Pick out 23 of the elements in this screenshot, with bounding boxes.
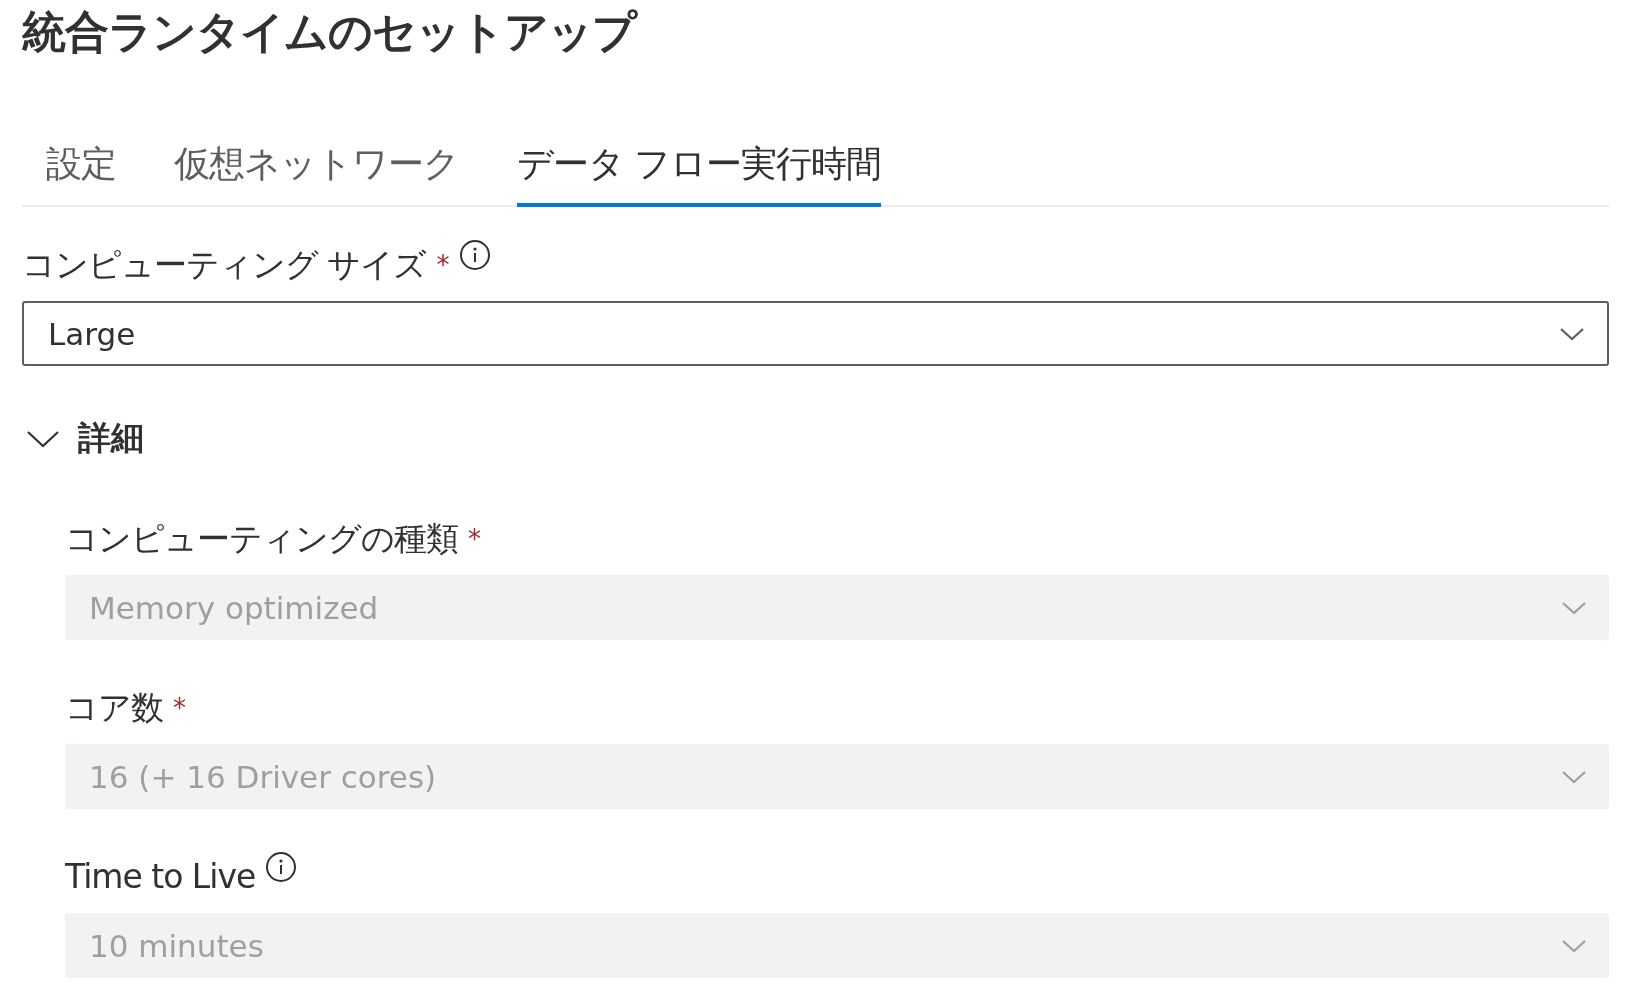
field-label: コア数 bbox=[65, 687, 163, 729]
chevron-down-icon bbox=[1561, 937, 1587, 954]
dropdown-value: 16 (+ 16 Driver cores) bbox=[89, 758, 437, 795]
chevron-down-icon bbox=[26, 428, 60, 449]
tab[interactable]: 仮想ネットワーク bbox=[174, 140, 459, 207]
required-asterisk: * bbox=[173, 692, 185, 725]
required-asterisk: * bbox=[436, 249, 449, 282]
tab[interactable]: データ フロー実行時間 bbox=[517, 140, 882, 207]
dropdown-value: Large bbox=[48, 315, 136, 352]
chevron-down-icon bbox=[1559, 325, 1585, 342]
chevron-down-icon bbox=[1561, 599, 1587, 616]
dropdown-value: 10 minutes bbox=[89, 927, 264, 964]
required-asterisk: * bbox=[468, 523, 480, 556]
info-icon[interactable] bbox=[458, 239, 491, 271]
field-label: コンピューティング サイズ bbox=[22, 244, 427, 286]
chevron-down-icon bbox=[1561, 768, 1587, 785]
dropdown[interactable]: Large bbox=[22, 301, 1609, 366]
field-label: Time to Live bbox=[65, 856, 256, 898]
dropdown-value: Memory optimized bbox=[89, 589, 379, 626]
field-label: コンピューティングの種類 bbox=[65, 518, 458, 560]
page-title: 統合ランタイムのセットアップ bbox=[22, 5, 639, 59]
details-toggle[interactable]: 詳細 bbox=[22, 416, 144, 461]
tab[interactable]: 設定 bbox=[46, 140, 116, 207]
